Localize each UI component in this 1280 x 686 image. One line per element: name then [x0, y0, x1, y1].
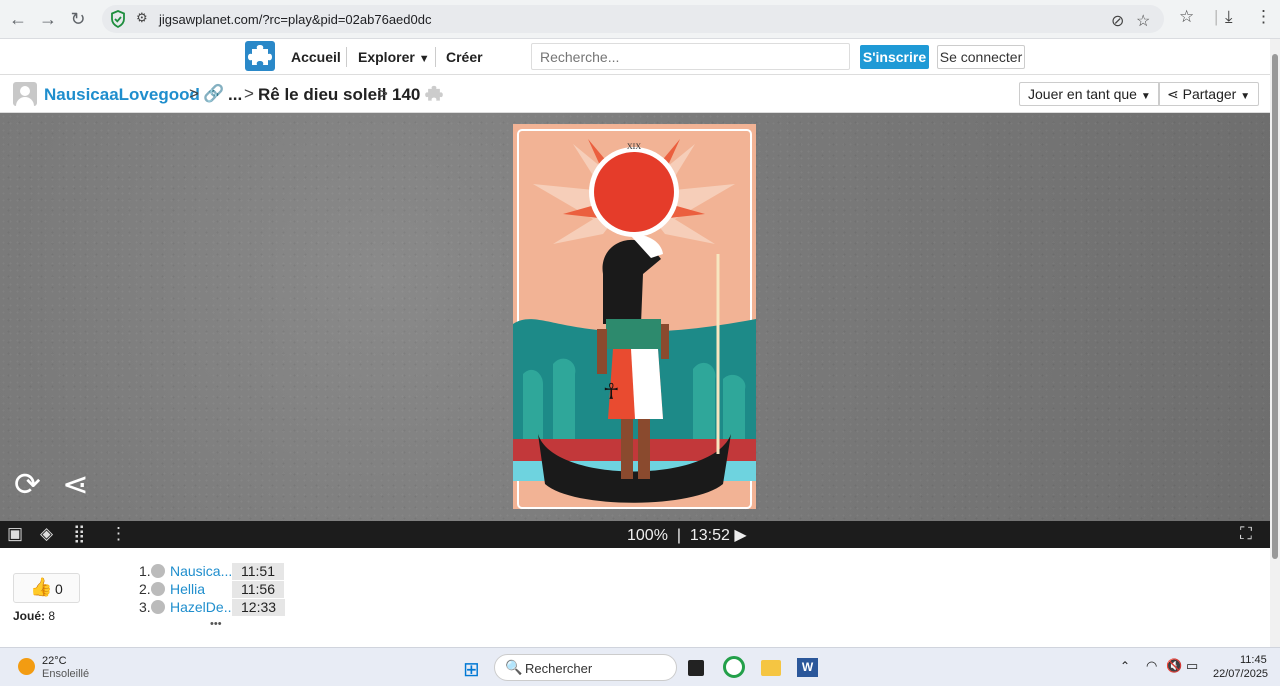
breadcrumb: NausicaaLovegood > 🔗 ... > Rê le dieu so…	[0, 75, 1270, 113]
taskbar: 22°C Ensoleillé ⊞ 🔍 Rechercher W ⌃ ◠ 🔇 ▭…	[0, 647, 1280, 686]
play-as-label: Jouer en tant que	[1028, 86, 1137, 102]
like-count: 0	[55, 581, 63, 597]
weather-temperature[interactable]: 22°C	[42, 655, 67, 667]
weather-condition[interactable]: Ensoleillé	[42, 668, 89, 680]
piece-count: 140	[392, 85, 421, 104]
separator: |	[676, 527, 681, 544]
puzzle-image[interactable]: XIX ☥	[513, 124, 756, 509]
volume-muted-icon[interactable]: 🔇	[1166, 658, 1182, 674]
search-input[interactable]	[531, 43, 850, 70]
score-time: 11:56	[232, 581, 284, 598]
puzzle-toolbar: ▣ ◈ ⣿ ⋮ 100% | 13:52 ▶ ⛶	[0, 521, 1270, 548]
share-label: Partager	[1182, 86, 1237, 102]
svg-text:☥: ☥	[603, 380, 619, 405]
played-value: 8	[48, 609, 56, 623]
chevron-right-icon: >	[378, 84, 388, 103]
login-button[interactable]: Se connecter	[937, 45, 1025, 69]
word-icon[interactable]: W	[797, 658, 818, 677]
caret-down-icon: ▼	[418, 53, 430, 65]
battery-icon[interactable]: ▭	[1186, 658, 1198, 674]
divider	[346, 47, 347, 67]
scroll-thumb[interactable]	[1272, 54, 1278, 559]
windows-start-icon[interactable]: ⊞	[463, 657, 480, 682]
avatar	[151, 600, 165, 614]
breadcrumb-ellipsis[interactable]: ...	[228, 85, 242, 105]
svg-text:XIX: XIX	[627, 142, 641, 151]
score-time: 12:33	[232, 599, 286, 616]
puzzle-board[interactable]: XIX ☥ ⟳ ⋖	[0, 113, 1270, 521]
image-preview-icon[interactable]: ▣	[7, 524, 23, 544]
more-scores-button[interactable]: •••	[210, 618, 222, 630]
score-time: 11:51	[232, 563, 284, 580]
ghost-image-icon[interactable]: ◈	[40, 524, 53, 544]
eye-off-icon[interactable]: ⊘	[1111, 11, 1124, 31]
site-header: Accueil Explorer ▼ Créer S'inscrire Se c…	[0, 39, 1270, 75]
nav-explore[interactable]: Explorer ▼	[358, 49, 430, 65]
taskbar-search-label: Rechercher	[525, 661, 593, 676]
status-readout: 100% | 13:52 ▶	[627, 525, 747, 545]
address-bar[interactable]: ⚙ jigsawplanet.com/?rc=play&pid=02ab76ae…	[102, 5, 1164, 33]
puzzle-piece-icon	[248, 45, 272, 65]
chevron-right-icon: >	[244, 84, 254, 103]
clock-date[interactable]: 22/07/2025	[1213, 668, 1268, 680]
forward-icon[interactable]: →	[36, 7, 60, 31]
rotate-icon[interactable]: ⟳	[14, 465, 41, 503]
grid-icon[interactable]: ⣿	[73, 524, 85, 544]
play-icon[interactable]: ▶	[734, 527, 746, 544]
wifi-icon[interactable]: ◠	[1146, 658, 1157, 674]
chevron-up-icon[interactable]: ⌃	[1120, 659, 1130, 673]
puzzle-piece-icon	[425, 85, 443, 101]
played-count: Joué: 8	[13, 609, 55, 623]
bookmarks-star-icon[interactable]: ☆	[1179, 7, 1194, 27]
puzzle-title: Rê le dieu soleil	[258, 85, 387, 104]
file-explorer-icon[interactable]	[761, 660, 781, 676]
shield-icon[interactable]	[110, 10, 126, 28]
sun-icon[interactable]	[18, 658, 35, 675]
timer: 13:52	[689, 527, 730, 544]
nav-create[interactable]: Créer	[446, 49, 483, 65]
avatar	[151, 564, 165, 578]
nav-explore-label: Explorer	[358, 49, 415, 65]
site-settings-icon[interactable]: ⚙	[136, 10, 148, 26]
ra-illustration: XIX ☥	[513, 124, 756, 509]
task-view-icon[interactable]	[688, 660, 704, 676]
breadcrumb-user[interactable]: NausicaaLovegood	[44, 85, 200, 105]
menu-icon[interactable]: ⋮	[1255, 7, 1272, 27]
star-icon[interactable]: ☆	[1136, 11, 1150, 31]
share-nodes-icon[interactable]: ⋖	[62, 465, 89, 503]
thumbs-up-icon: 👍	[30, 577, 53, 597]
caret-down-icon: ▼	[1240, 91, 1251, 102]
jigsawplanet-logo[interactable]	[245, 41, 275, 71]
signup-button[interactable]: S'inscrire	[860, 45, 929, 69]
caret-down-icon: ▼	[1140, 91, 1151, 102]
download-icon[interactable]: ⤓	[1225, 7, 1233, 27]
browser-toolbar: ← → ↻ ⚙ jigsawplanet.com/?rc=play&pid=02…	[0, 0, 1280, 39]
share-dropdown[interactable]: ⋖ Partager ▼	[1158, 82, 1260, 106]
more-icon[interactable]: ⋮	[110, 524, 127, 544]
link-icon[interactable]: 🔗	[203, 84, 224, 104]
score-rank: 1.	[139, 563, 151, 579]
score-rank: 2.	[139, 581, 151, 597]
share-icon: ⋖	[1167, 86, 1179, 102]
url-text[interactable]: jigsawplanet.com/?rc=play&pid=02ab76aed0…	[159, 12, 431, 27]
scrollbar[interactable]	[1270, 39, 1280, 647]
chevron-right-icon: >	[189, 84, 199, 103]
back-icon[interactable]: ←	[6, 7, 30, 31]
avatar	[151, 582, 165, 596]
played-label: Joué:	[13, 609, 46, 623]
like-button[interactable]: 👍 0	[13, 573, 80, 603]
search-icon: 🔍	[505, 659, 523, 675]
zoom-level: 100%	[627, 527, 668, 544]
taskbar-search[interactable]: 🔍 Rechercher	[494, 654, 677, 681]
reload-icon[interactable]: ↻	[66, 7, 90, 31]
fullscreen-icon[interactable]: ⛶	[1240, 524, 1252, 544]
clock-time[interactable]: 11:45	[1240, 654, 1267, 666]
divider	[435, 47, 436, 67]
score-rank: 3.	[139, 599, 151, 615]
avatar[interactable]	[13, 82, 37, 106]
separator: |	[1214, 7, 1219, 26]
app-icon[interactable]	[723, 656, 745, 678]
play-as-dropdown[interactable]: Jouer en tant que ▼	[1019, 82, 1160, 106]
nav-home[interactable]: Accueil	[291, 49, 341, 65]
